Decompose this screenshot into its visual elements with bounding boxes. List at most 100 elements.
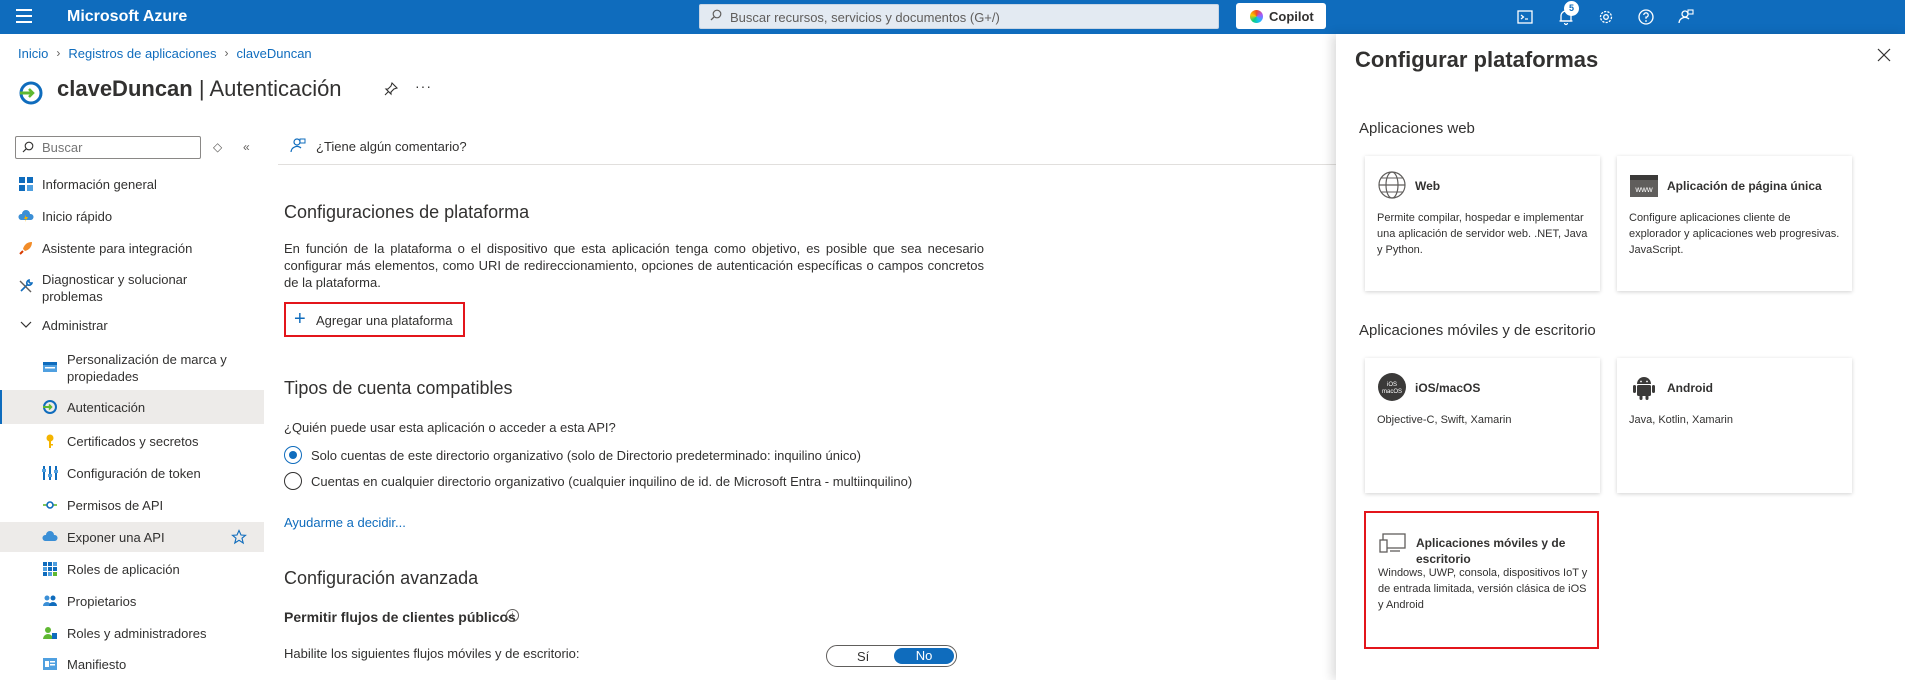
help-icon[interactable] — [1636, 7, 1656, 27]
feedback-icon[interactable] — [1676, 7, 1696, 27]
breadcrumb: Inicio › Registros de aplicaciones › cla… — [18, 46, 312, 61]
radio-multi-tenant-label[interactable]: Cuentas en cualquier directorio organiza… — [311, 474, 912, 489]
account-types-question: ¿Quién puede usar esta aplicación o acce… — [284, 420, 616, 435]
platform-config-description: En función de la plataforma o el disposi… — [284, 241, 984, 290]
ios-macos-icon: iOSmacOS — [1378, 373, 1406, 401]
card-description: Windows, UWP, consola, dispositivos IoT … — [1378, 567, 1588, 611]
radio-single-tenant-label[interactable]: Solo cuentas de este directorio organiza… — [311, 448, 861, 463]
sidebar-item-label: Administrar — [42, 318, 108, 333]
sidebar-item-manifiesto[interactable]: Manifiesto — [0, 654, 264, 680]
public-client-flows-label: Permitir flujos de clientes públicos — [284, 609, 516, 625]
cloud-shell-icon[interactable] — [1515, 7, 1535, 27]
android-icon — [1633, 377, 1655, 400]
roles-admins-icon — [43, 627, 57, 639]
sidebar-item-label: Inicio rápido — [42, 209, 113, 224]
svg-text:iOS: iOS — [1387, 382, 1397, 388]
branding-icon — [43, 362, 57, 372]
card-description: Java, Kotlin, Xamarin — [1629, 414, 1733, 426]
menu-icon[interactable] — [16, 9, 32, 23]
svg-text:macOS: macOS — [1382, 389, 1402, 395]
more-options-button[interactable]: ··· — [415, 78, 432, 94]
breadcrumb-registros[interactable]: Registros de aplicaciones — [68, 46, 216, 61]
sidebar-item-informacion-general[interactable]: Información general — [0, 174, 264, 200]
app-roles-grid-icon — [43, 562, 57, 576]
feedback-person-icon — [290, 138, 306, 153]
breadcrumb-app[interactable]: claveDuncan — [237, 46, 312, 61]
sidebar-search-field[interactable] — [40, 139, 195, 156]
sidebar-item-roles-administradores[interactable]: Roles y administradores — [0, 623, 264, 649]
sort-icon[interactable]: ◇ — [213, 140, 222, 154]
panel-title: Configurar plataformas — [1355, 47, 1599, 72]
browser-www-icon: www — [1630, 175, 1658, 197]
mobile-desktop-section: Aplicaciones móviles y de escritorio — [1359, 322, 1596, 339]
collapse-sidebar-icon[interactable]: « — [243, 140, 250, 154]
rocket-icon — [19, 242, 32, 255]
desktop-platform-card[interactable]: Aplicaciones móviles y de escritorio Win… — [1364, 511, 1599, 649]
sidebar-item-certificados[interactable]: Certificados y secretos — [0, 431, 264, 457]
card-title: Web — [1415, 179, 1441, 193]
sidebar-group-administrar[interactable]: Administrar — [0, 316, 264, 342]
plus-icon: + — [294, 308, 306, 330]
token-bars-icon — [42, 466, 58, 480]
sidebar-item-label: Roles y administradores — [67, 626, 207, 641]
web-platform-card[interactable]: Web Permite compilar, hospedar e impleme… — [1365, 156, 1600, 291]
enable-flows-label: Habilite los siguientes flujos móviles y… — [284, 646, 580, 661]
sidebar-item-label: Permisos de API — [67, 498, 164, 513]
sidebar-item-token[interactable]: Configuración de token — [0, 463, 264, 489]
authentication-icon — [43, 400, 57, 414]
sidebar-item-label: Personalización de marca y propiedades — [67, 352, 227, 384]
chevron-right-icon: › — [224, 46, 229, 60]
android-platform-card[interactable]: Android Java, Kotlin, Xamarin — [1617, 358, 1852, 493]
radio-single-tenant[interactable] — [284, 446, 302, 464]
portal-brand[interactable]: Microsoft Azure — [67, 8, 187, 26]
sidebar-item-permisos[interactable]: Permisos de API — [0, 495, 264, 521]
settings-gear-icon[interactable] — [1596, 7, 1616, 27]
toggle-yes-option[interactable]: Sí — [857, 649, 869, 664]
public-flows-toggle[interactable]: Sí No — [826, 645, 957, 667]
global-search-input[interactable]: Buscar recursos, servicios y documentos … — [699, 4, 1219, 29]
copilot-button[interactable]: Copilot — [1236, 3, 1326, 29]
sidebar-item-roles-aplicacion[interactable]: Roles de aplicación — [0, 559, 264, 585]
sidebar-item-label: Manifiesto — [67, 657, 127, 672]
add-platform-label: Agregar una plataforma — [316, 313, 453, 328]
chevron-down-icon — [20, 321, 32, 328]
sidebar-search-input[interactable] — [15, 136, 201, 159]
card-title: Aplicación de página única — [1667, 179, 1822, 193]
ios-platform-card[interactable]: iOS macOS iOS/macOS Objective-C, Swift, X… — [1365, 358, 1600, 493]
add-platform-button[interactable]: + Agregar una plataforma — [284, 302, 465, 337]
platform-config-heading: Configuraciones de plataforma — [284, 202, 530, 222]
cloud-lightning-icon — [18, 210, 34, 222]
card-description: Permite compilar, hospedar e implementar… — [1377, 212, 1588, 256]
sidebar-item-label: Autenticación — [67, 400, 146, 415]
sidebar-item-exponer-api[interactable]: Exponer una API — [0, 522, 264, 552]
toggle-no-option[interactable]: No — [894, 648, 954, 664]
sidebar-item-asistente[interactable]: Asistente para integración — [0, 238, 264, 264]
sidebar-item-propietarios[interactable]: Propietarios — [0, 591, 264, 617]
breadcrumb-inicio[interactable]: Inicio — [18, 46, 48, 61]
sidebar-item-label: Propietarios — [67, 594, 137, 609]
info-icon[interactable]: i — [506, 609, 519, 622]
globe-icon — [1378, 171, 1406, 199]
star-favorite-icon[interactable] — [231, 529, 247, 545]
advanced-config-heading: Configuración avanzada — [284, 568, 479, 588]
authentication-app-icon — [19, 81, 43, 105]
wrench-icon — [19, 278, 34, 293]
sidebar-item-personalizacion[interactable]: Personalización de marca y propiedades — [0, 350, 264, 386]
sidebar-item-diagnosticar[interactable]: Diagnosticar y solucionar problemas — [0, 270, 264, 306]
sidebar-item-inicio-rapido[interactable]: Inicio rápido — [0, 206, 264, 232]
radio-multi-tenant[interactable] — [284, 472, 302, 490]
api-permissions-icon — [43, 501, 57, 509]
sidebar-item-autenticacion[interactable]: Autenticación — [0, 390, 264, 424]
desktop-mobile-devices-icon — [1379, 533, 1406, 553]
pin-icon[interactable] — [383, 81, 399, 97]
key-icon — [46, 434, 54, 448]
sidebar-item-label: Exponer una API — [67, 530, 165, 545]
card-description: Objective-C, Swift, Xamarin — [1377, 414, 1512, 426]
close-icon[interactable] — [1877, 48, 1891, 62]
help-decide-link[interactable]: Ayudarme a decidir... — [284, 515, 406, 530]
spa-platform-card[interactable]: www Aplicación de página única Configure… — [1617, 156, 1852, 291]
page-title: claveDuncan | Autenticación — [57, 76, 342, 101]
web-apps-section: Aplicaciones web — [1359, 120, 1475, 137]
grid-overview-icon — [19, 177, 33, 191]
account-types-heading: Tipos de cuenta compatibles — [284, 378, 513, 398]
